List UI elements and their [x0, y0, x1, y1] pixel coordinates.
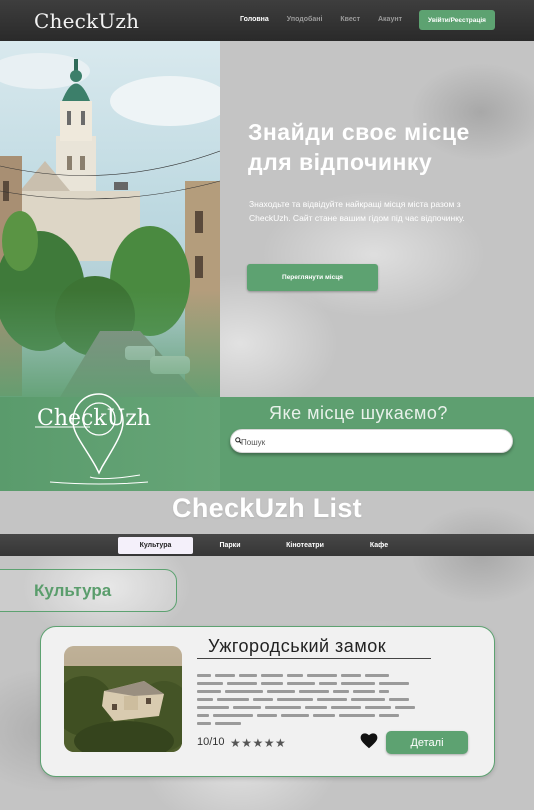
search-section: CheckUzh Яке місце шукаємо? — [0, 393, 534, 491]
login-register-button[interactable]: Увійти/Реєстрація — [419, 10, 495, 30]
castle-image — [64, 646, 182, 752]
search-heading: Яке місце шукаємо? — [269, 403, 448, 423]
brand-logo[interactable]: CheckUzh — [34, 9, 139, 33]
hero-section: Знайди своє місце для відпочинку Знаходь… — [0, 41, 534, 397]
details-button[interactable]: Деталі — [386, 731, 468, 754]
search-bar[interactable] — [230, 429, 513, 453]
nav-account[interactable]: Акаунт — [378, 16, 402, 23]
nav-quest[interactable]: Квест — [340, 16, 360, 23]
category-tabs: Культура Парки Кінотеатри Кафе — [0, 534, 534, 556]
hero-title-line-1: Знайди своє місце — [248, 119, 470, 145]
description-placeholder-lines — [197, 674, 447, 730]
hero-title: Знайди своє місце для відпочинку — [248, 117, 528, 177]
hero-title-line-2: для відпочинку — [248, 149, 433, 175]
nav-home[interactable]: Головна — [240, 16, 269, 23]
place-card[interactable]: Ужгородський замок 10/10 ★★★★★ Деталі — [40, 626, 495, 777]
main-nav: Головна Уподобані Квест Акаунт — [240, 16, 420, 23]
top-navbar: CheckUzh Головна Уподобані Квест Акаунт … — [0, 0, 534, 41]
search-logo-text: CheckUzh — [37, 406, 151, 431]
hero-description: Знаходьте та відвідуйте найкращі місця м… — [249, 199, 465, 223]
category-heading: Культура — [0, 569, 177, 612]
title-divider — [197, 658, 431, 659]
hero-content: Знайди своє місце для відпочинку Знаходь… — [220, 41, 534, 397]
search-input[interactable] — [241, 434, 501, 450]
tab-cinemas[interactable]: Кінотеатри — [280, 537, 330, 554]
tab-culture[interactable]: Культура — [118, 537, 193, 554]
hero-city-image — [0, 41, 220, 397]
nav-favorites[interactable]: Уподобані — [287, 16, 323, 23]
category-label: Культура — [34, 581, 112, 600]
rating-stars: ★★★★★ — [230, 736, 287, 750]
map-pin-logo-icon: CheckUzh — [35, 393, 151, 485]
place-title[interactable]: Ужгородський замок — [208, 636, 386, 657]
tab-cafes[interactable]: Кафе — [362, 537, 396, 554]
view-places-button[interactable]: Переглянути місця — [247, 264, 378, 291]
tab-parks[interactable]: Парки — [212, 537, 248, 554]
heart-icon[interactable] — [360, 733, 378, 749]
rating-score: 10/10 — [197, 736, 225, 748]
list-title: CheckUzh List — [172, 493, 362, 523]
list-section: CheckUzh List Культура Парки Кінотеатри … — [0, 491, 534, 810]
